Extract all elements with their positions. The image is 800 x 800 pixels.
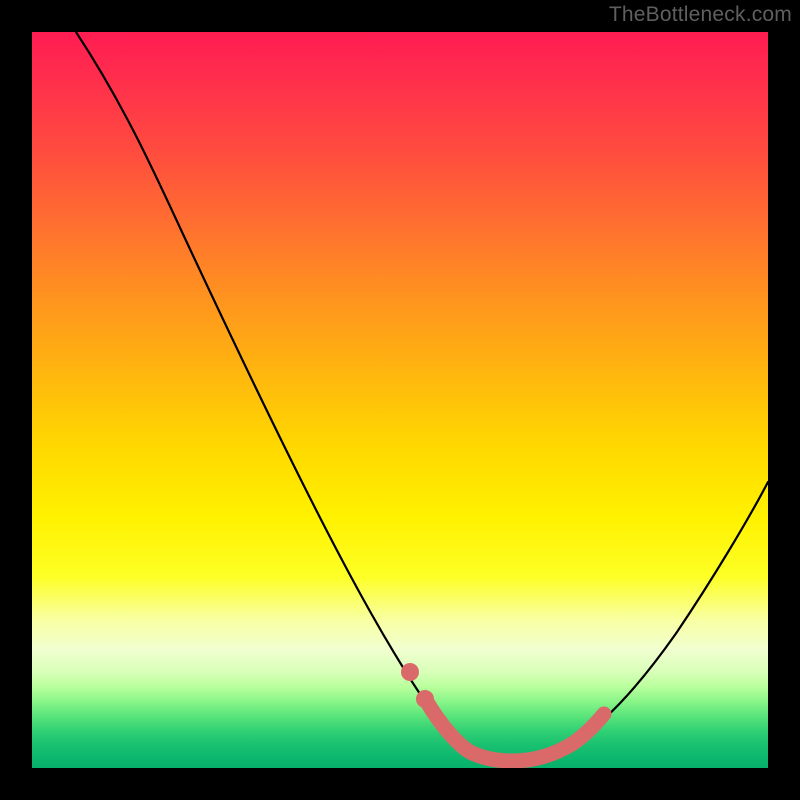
chart-frame: TheBottleneck.com <box>0 0 800 800</box>
highlight-dot-upper <box>401 663 419 681</box>
attribution-text: TheBottleneck.com <box>609 3 792 27</box>
highlight-dot-lower <box>416 690 434 708</box>
plot-area <box>32 32 768 768</box>
optimum-highlight-stroke <box>427 702 604 761</box>
curve-layer <box>32 32 768 768</box>
bottleneck-curve <box>76 32 768 761</box>
